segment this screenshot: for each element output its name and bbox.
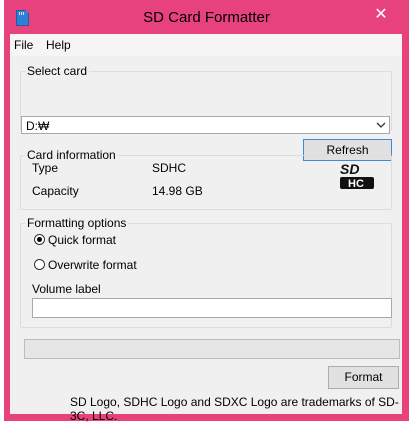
card-dropdown-value: D:₩ (26, 119, 50, 133)
svg-text:HC: HC (348, 178, 364, 190)
type-value: SDHC (152, 161, 187, 175)
quick-format-radio[interactable] (34, 234, 45, 245)
card-information-legend: Card information (27, 148, 116, 162)
app-window: SD Card Formatter ✕ File Help Select car… (4, 0, 409, 423)
card-dropdown[interactable]: D:₩ (21, 116, 390, 134)
title-bar[interactable]: SD Card Formatter ✕ (4, 0, 409, 34)
capacity-value: 14.98 GB (152, 184, 203, 198)
menu-file[interactable]: File (14, 38, 33, 52)
close-icon: ✕ (374, 6, 388, 23)
overwrite-format-label[interactable]: Overwrite format (48, 258, 137, 272)
trademark-notice: SD Logo, SDHC Logo and SDXC Logo are tra… (70, 395, 399, 423)
menu-help[interactable]: Help (46, 38, 71, 52)
close-button[interactable]: ✕ (369, 5, 393, 25)
card-information-group: Card information (20, 148, 392, 210)
volume-label-caption: Volume label (32, 282, 101, 296)
volume-label-input[interactable] (32, 298, 392, 318)
formatting-options-legend: Formatting options (27, 216, 127, 230)
window-title: SD Card Formatter (143, 9, 270, 26)
chevron-down-icon (376, 118, 386, 135)
sdhc-logo-icon: SD HC (338, 160, 378, 190)
type-label: Type (32, 161, 59, 175)
capacity-label: Capacity (32, 184, 79, 198)
client-area: File Help Select card D:₩ Refresh Card i… (10, 34, 402, 423)
svg-text:SD: SD (340, 161, 359, 177)
quick-format-label[interactable]: Quick format (48, 233, 116, 247)
format-progress-bar (24, 339, 400, 359)
format-button[interactable]: Format (328, 366, 399, 389)
menu-bar: File Help (10, 34, 402, 56)
select-card-legend: Select card (27, 64, 88, 78)
overwrite-format-radio[interactable] (34, 259, 45, 270)
